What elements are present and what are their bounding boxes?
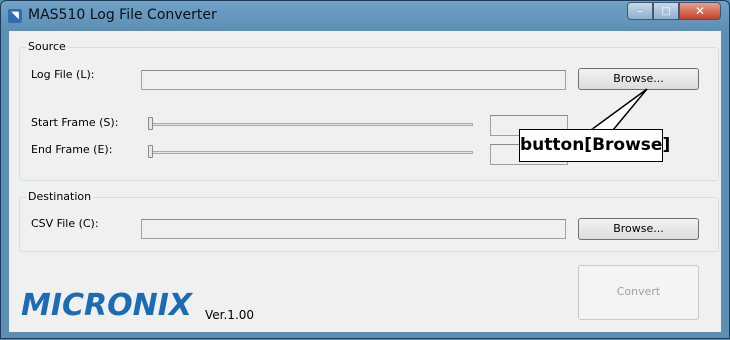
convert-button[interactable]: Convert xyxy=(578,265,699,320)
end-frame-slider-thumb[interactable] xyxy=(148,145,153,158)
start-frame-slider-track[interactable] xyxy=(151,123,473,126)
end-frame-slider-track[interactable] xyxy=(151,151,473,154)
caption-buttons: – □ ✕ xyxy=(627,2,721,21)
log-file-browse-button[interactable]: Browse... xyxy=(578,68,699,90)
annotation-callout: button[Browse] xyxy=(519,129,670,162)
destination-group-title: Destination xyxy=(26,190,94,203)
log-file-label: Log File (L): xyxy=(31,68,95,81)
start-frame-slider-thumb[interactable] xyxy=(148,117,153,130)
version-label: Ver.1.00 xyxy=(205,308,255,322)
minimize-button[interactable]: – xyxy=(627,2,653,20)
window-title: MAS510 Log File Converter xyxy=(28,7,217,23)
start-frame-label: Start Frame (S): xyxy=(31,116,119,129)
app-signal-icon: ◥ xyxy=(8,9,22,23)
maximize-button[interactable]: □ xyxy=(653,2,679,20)
source-group-title: Source xyxy=(26,40,68,53)
log-file-field[interactable] xyxy=(141,70,566,90)
csv-file-browse-button[interactable]: Browse... xyxy=(578,218,699,240)
micronix-logo: MICRONIX xyxy=(21,288,193,323)
app-window: ◥ MAS510 Log File Converter – □ ✕ Source… xyxy=(0,0,730,339)
csv-file-label: CSV File (C): xyxy=(31,217,99,230)
title-bar[interactable]: ◥ MAS510 Log File Converter – □ ✕ xyxy=(1,1,729,31)
close-button[interactable]: ✕ xyxy=(679,2,721,20)
csv-file-field[interactable] xyxy=(141,219,566,239)
client-area: Source Log File (L): Browse... Start Fra… xyxy=(9,31,721,332)
end-frame-label: End Frame (E): xyxy=(31,143,113,156)
